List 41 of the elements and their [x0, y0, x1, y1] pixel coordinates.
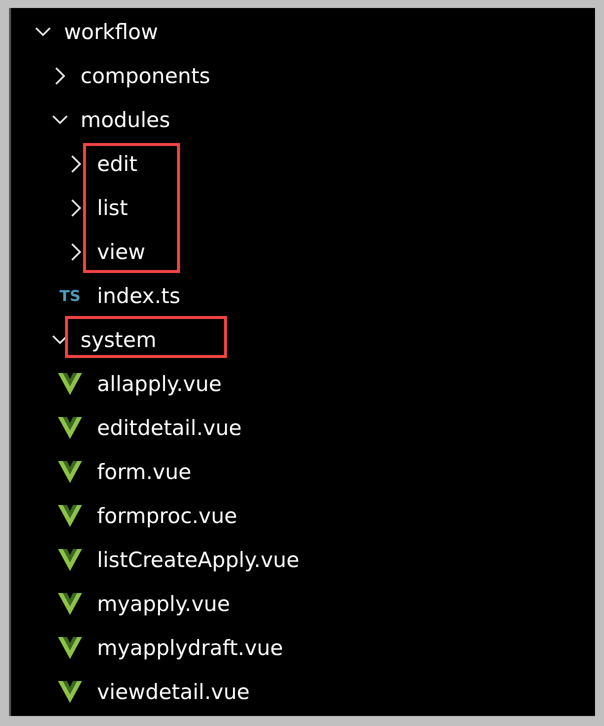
file-item[interactable]: myapply.vue	[11, 582, 595, 626]
typescript-file-icon: TS	[59, 287, 81, 305]
vue-file-icon	[58, 681, 82, 703]
file-item[interactable]: myapplydraft.vue	[11, 626, 595, 670]
folder-name: view	[97, 240, 146, 264]
folder-name: components	[80, 64, 210, 88]
folder-item[interactable]: edit	[11, 142, 595, 186]
folder-name: list	[97, 196, 128, 220]
folder-item[interactable]: view	[11, 230, 595, 274]
file-name: formproc.vue	[97, 504, 238, 528]
folder-name: edit	[97, 152, 138, 176]
file-name: allapply.vue	[97, 372, 222, 396]
folder-item[interactable]: workflow	[11, 10, 595, 54]
file-name: editdetail.vue	[97, 416, 242, 440]
file-item[interactable]: formproc.vue	[11, 494, 595, 538]
file-name: viewdetail.vue	[97, 680, 250, 704]
file-name: form.vue	[97, 460, 192, 484]
folder-name: modules	[80, 108, 170, 132]
file-name: myapply.vue	[97, 592, 230, 616]
file-item[interactable]: form.vue	[11, 450, 595, 494]
folder-item[interactable]: components	[11, 54, 595, 98]
vue-file-icon	[58, 549, 82, 571]
file-item[interactable]: allapply.vue	[11, 362, 595, 406]
vue-file-icon	[58, 417, 82, 439]
file-item[interactable]: viewdetail.vue	[11, 670, 595, 714]
vue-file-icon	[58, 373, 82, 395]
file-name: index.ts	[97, 284, 180, 308]
folder-item[interactable]: system	[11, 318, 595, 362]
vue-file-icon	[58, 505, 82, 527]
file-name: myapplydraft.vue	[97, 636, 284, 660]
folder-item[interactable]: modules	[11, 98, 595, 142]
folder-name: workflow	[64, 20, 158, 44]
vue-file-icon	[58, 461, 82, 483]
file-item[interactable]: TS index.ts	[11, 274, 595, 318]
file-name: listCreateApply.vue	[97, 548, 300, 572]
folder-name: system	[80, 328, 156, 352]
vue-file-icon	[58, 593, 82, 615]
folder-item[interactable]: list	[11, 186, 595, 230]
vue-file-icon	[58, 637, 82, 659]
file-item[interactable]: listCreateApply.vue	[11, 538, 595, 582]
file-item[interactable]: editdetail.vue	[11, 406, 595, 450]
